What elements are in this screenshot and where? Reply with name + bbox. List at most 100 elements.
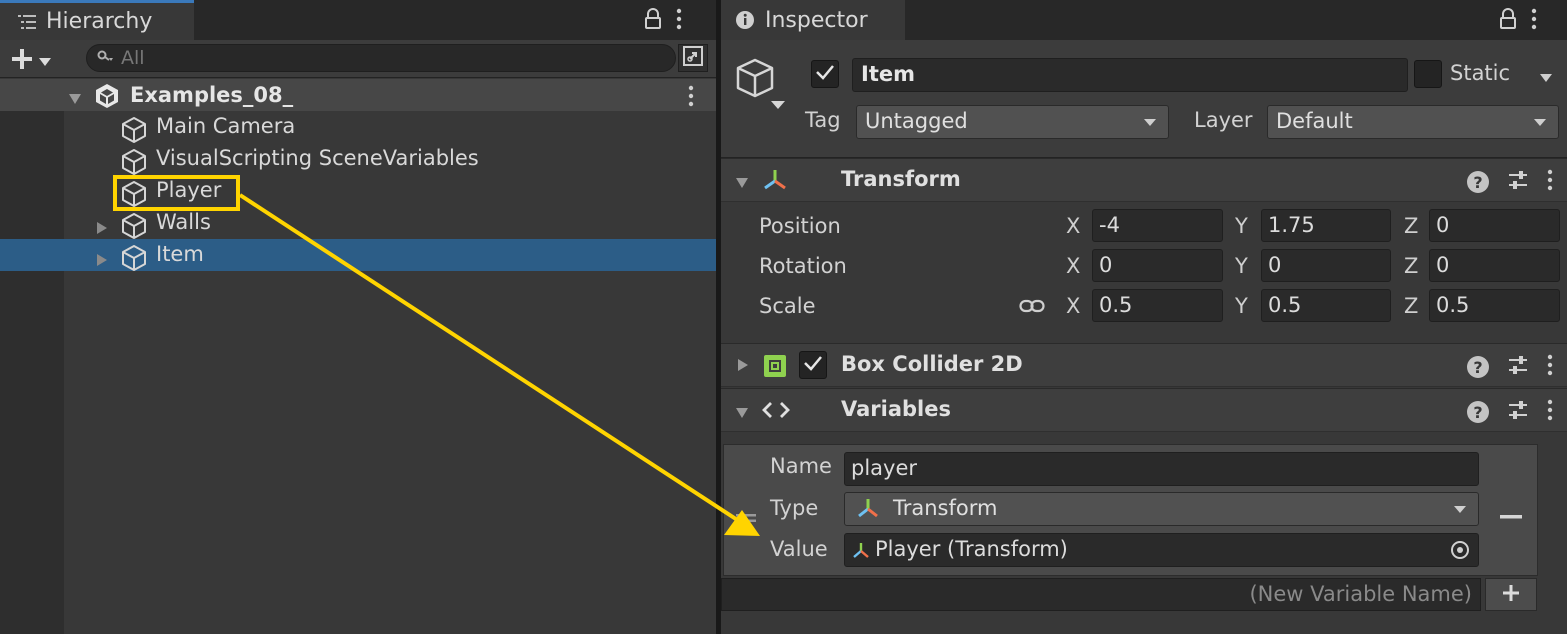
gameobject-cube-icon[interactable] [735,56,787,116]
scale-x-field[interactable]: 0.5 [1092,289,1223,322]
layer-label: Layer [1194,108,1253,132]
variable-type-value: Transform [893,496,998,520]
inspector-tab-actions [1499,8,1537,34]
search-mode-button[interactable] [678,44,708,72]
kebab-menu-icon[interactable] [1547,399,1553,425]
scale-y-field[interactable]: 0.5 [1261,289,1391,322]
inspector-panel: Inspector Item Static Tag Untagged Layer… [721,0,1567,634]
rotation-z-field[interactable]: 0 [1429,249,1560,282]
hierarchy-item-main-camera[interactable]: Main Camera [0,111,716,143]
variable-value-field[interactable]: Player (Transform) [844,533,1479,567]
scale-label: Scale [759,294,816,318]
collapsed-triangle-icon[interactable] [96,248,108,272]
scale-z-field[interactable]: 0.5 [1429,289,1560,322]
code-brackets-icon [761,400,791,424]
hierarchy-item-label: Walls [156,210,211,234]
lock-icon[interactable] [1499,8,1517,34]
rotation-x-field[interactable]: 0 [1092,249,1223,282]
hierarchy-tab-actions [644,8,682,34]
position-y-field[interactable]: 1.75 [1261,209,1391,242]
hierarchy-toolbar: All [0,40,716,78]
layer-dropdown[interactable]: Default [1267,105,1559,139]
object-name-field[interactable]: Item [852,58,1408,92]
transform-icon [855,497,881,526]
expanded-triangle-icon[interactable] [735,404,749,423]
transform-icon [761,168,789,198]
plus-icon [10,47,34,75]
position-z-field[interactable]: 0 [1429,209,1560,242]
dropdown-caret-icon [38,52,52,71]
search-icon [97,49,115,68]
scene-kebab-icon[interactable] [688,85,694,111]
rotation-y-field[interactable]: 0 [1261,249,1391,282]
help-icon[interactable]: ? [1467,356,1489,378]
list-icon [18,14,36,30]
position-z-label: Z [1404,214,1419,238]
kebab-menu-icon[interactable] [676,8,682,34]
help-icon[interactable]: ? [1467,171,1489,193]
checkmark-icon [815,64,835,84]
collapsed-triangle-icon[interactable] [737,357,749,376]
kebab-menu-icon[interactable] [1547,169,1553,195]
tag-label: Tag [805,108,841,132]
info-icon [735,10,755,30]
variable-name-label: Name [770,454,832,478]
scale-z-label: Z [1404,294,1419,318]
search-placeholder: All [121,47,145,69]
hierarchy-panel: Hierarchy All Examples_08_ Main Camera V… [0,0,716,634]
tab-hierarchy[interactable]: Hierarchy [0,0,194,40]
new-variable-name-input[interactable]: (New Variable Name) [721,578,1481,611]
unity-scene-icon [94,83,120,113]
layer-caret-icon [1534,119,1546,126]
hierarchy-item-visualscripting-scenevariables[interactable]: VisualScripting SceneVariables [0,143,716,175]
position-x-field[interactable]: -4 [1092,209,1223,242]
drag-handle-icon[interactable] [736,508,756,527]
object-picker-icon[interactable] [1450,540,1470,565]
kebab-menu-icon[interactable] [1531,8,1537,34]
collapsed-triangle-icon[interactable] [96,216,108,240]
presets-icon[interactable] [1507,400,1529,424]
transform-header[interactable]: Transform ? [721,158,1567,202]
type-caret-icon [1454,506,1466,513]
box-collider-enabled-checkbox[interactable] [799,351,827,379]
link-icon[interactable] [1019,298,1045,318]
search-input[interactable]: All [86,44,676,72]
inspector-tabbar: Inspector [721,0,1567,40]
static-label: Static [1450,61,1511,85]
tab-hierarchy-label: Hierarchy [46,9,153,34]
expanded-triangle-icon[interactable] [735,174,749,193]
presets-icon[interactable] [1507,170,1529,194]
static-checkbox[interactable] [1414,60,1442,88]
add-variable-button[interactable] [1485,578,1537,611]
lock-icon[interactable] [644,8,662,34]
variable-name-input[interactable]: player [844,452,1479,486]
position-x-label: X [1066,214,1081,238]
active-checkbox[interactable] [811,60,839,88]
expanded-triangle-icon[interactable] [68,90,82,109]
remove-variable-icon[interactable] [1500,505,1522,524]
transform-title: Transform [841,167,961,191]
static-dropdown-caret-icon[interactable] [1539,68,1553,87]
help-icon[interactable]: ? [1467,401,1489,423]
variable-type-dropdown[interactable]: Transform [844,492,1479,526]
presets-icon[interactable] [1507,355,1529,379]
hierarchy-item-label: VisualScripting SceneVariables [156,146,479,170]
tab-inspector[interactable]: Inspector [721,0,905,40]
tag-dropdown[interactable]: Untagged [856,105,1169,139]
hierarchy-item-item[interactable]: Item [0,239,716,271]
scene-name: Examples_08_ [130,83,294,107]
tag-caret-icon [1144,119,1156,126]
variables-header[interactable]: Variables ? [721,388,1567,432]
variable-type-label: Type [770,496,819,520]
rotation-z-label: Z [1404,254,1419,278]
kebab-menu-icon[interactable] [1547,354,1553,380]
hierarchy-item-label: Main Camera [156,114,296,138]
box-collider-header[interactable]: Box Collider 2D ? [721,343,1567,387]
create-button[interactable] [10,47,52,75]
layer-value: Default [1276,109,1353,133]
position-label: Position [759,214,841,238]
scale-x-label: X [1066,294,1081,318]
scene-row[interactable]: Examples_08_ [0,79,716,111]
hierarchy-item-player[interactable]: Player [0,175,716,207]
hierarchy-item-walls[interactable]: Walls [0,207,716,239]
